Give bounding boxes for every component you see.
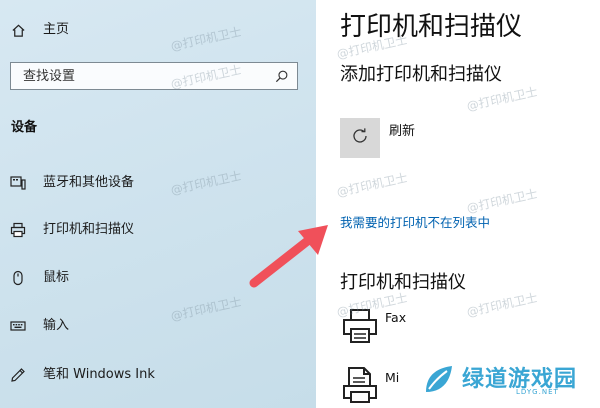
- refresh-icon: [351, 127, 369, 149]
- mouse-icon: [10, 270, 26, 286]
- printer-icon: [10, 222, 26, 238]
- annotation-arrow-icon: [249, 225, 328, 288]
- keyboard-icon: [10, 318, 26, 334]
- document-printer-icon[interactable]: [340, 364, 380, 404]
- watermark-text: @打印机卫士: [335, 170, 409, 200]
- section-heading-devices: 设备: [11, 120, 38, 135]
- sidebar-item-label: 打印机和扫描仪: [43, 222, 135, 237]
- printers-list-heading: 打印机和扫描仪: [340, 272, 466, 293]
- search-placeholder: 查找设置: [23, 69, 76, 84]
- add-printers-heading: 添加打印机和扫描仪: [340, 64, 502, 85]
- logo-sub: LDYG.NET: [516, 388, 559, 396]
- sidebar-item-typing[interactable]: 输入: [0, 309, 316, 343]
- sidebar-item-home[interactable]: 主页: [0, 13, 316, 47]
- sidebar-item-label: 鼠标: [43, 270, 70, 285]
- page-title: 打印机和扫描仪: [340, 12, 523, 42]
- sidebar-item-label: 主页: [43, 22, 70, 37]
- sidebar-item-label: 笔和 Windows Ink: [43, 367, 155, 382]
- sidebar-item-label: 输入: [43, 318, 70, 333]
- search-input[interactable]: 查找设置: [10, 62, 298, 90]
- refresh-button[interactable]: [340, 118, 380, 158]
- settings-sidebar: 主页 查找设置 设备 蓝牙和其他设备 打印机和扫描仪 鼠标 输入 笔和 Wind…: [0, 0, 316, 408]
- home-icon: [10, 22, 26, 38]
- bluetooth-devices-icon: [10, 175, 26, 191]
- pen-icon: [10, 367, 26, 383]
- sidebar-item-label: 蓝牙和其他设备: [43, 175, 135, 190]
- main-content: 打印机和扫描仪 添加打印机和扫描仪 刷新 我需要的打印机不在列表中 打印机和扫描…: [316, 0, 600, 408]
- site-logo: 绿道游戏园 LDYG.NET: [420, 358, 592, 402]
- refresh-label[interactable]: 刷新: [389, 120, 415, 139]
- device-name[interactable]: Mi: [385, 370, 399, 385]
- logo-leaf-icon: [426, 366, 452, 392]
- fax-printer-icon[interactable]: [340, 306, 380, 346]
- device-name[interactable]: Fax: [385, 310, 406, 325]
- search-icon[interactable]: [274, 69, 289, 84]
- sidebar-item-pen[interactable]: 笔和 Windows Ink: [0, 358, 316, 392]
- sidebar-item-bluetooth[interactable]: 蓝牙和其他设备: [0, 166, 316, 200]
- printer-not-listed-link[interactable]: 我需要的打印机不在列表中: [340, 212, 490, 231]
- watermark-text: @打印机卫士: [465, 290, 539, 320]
